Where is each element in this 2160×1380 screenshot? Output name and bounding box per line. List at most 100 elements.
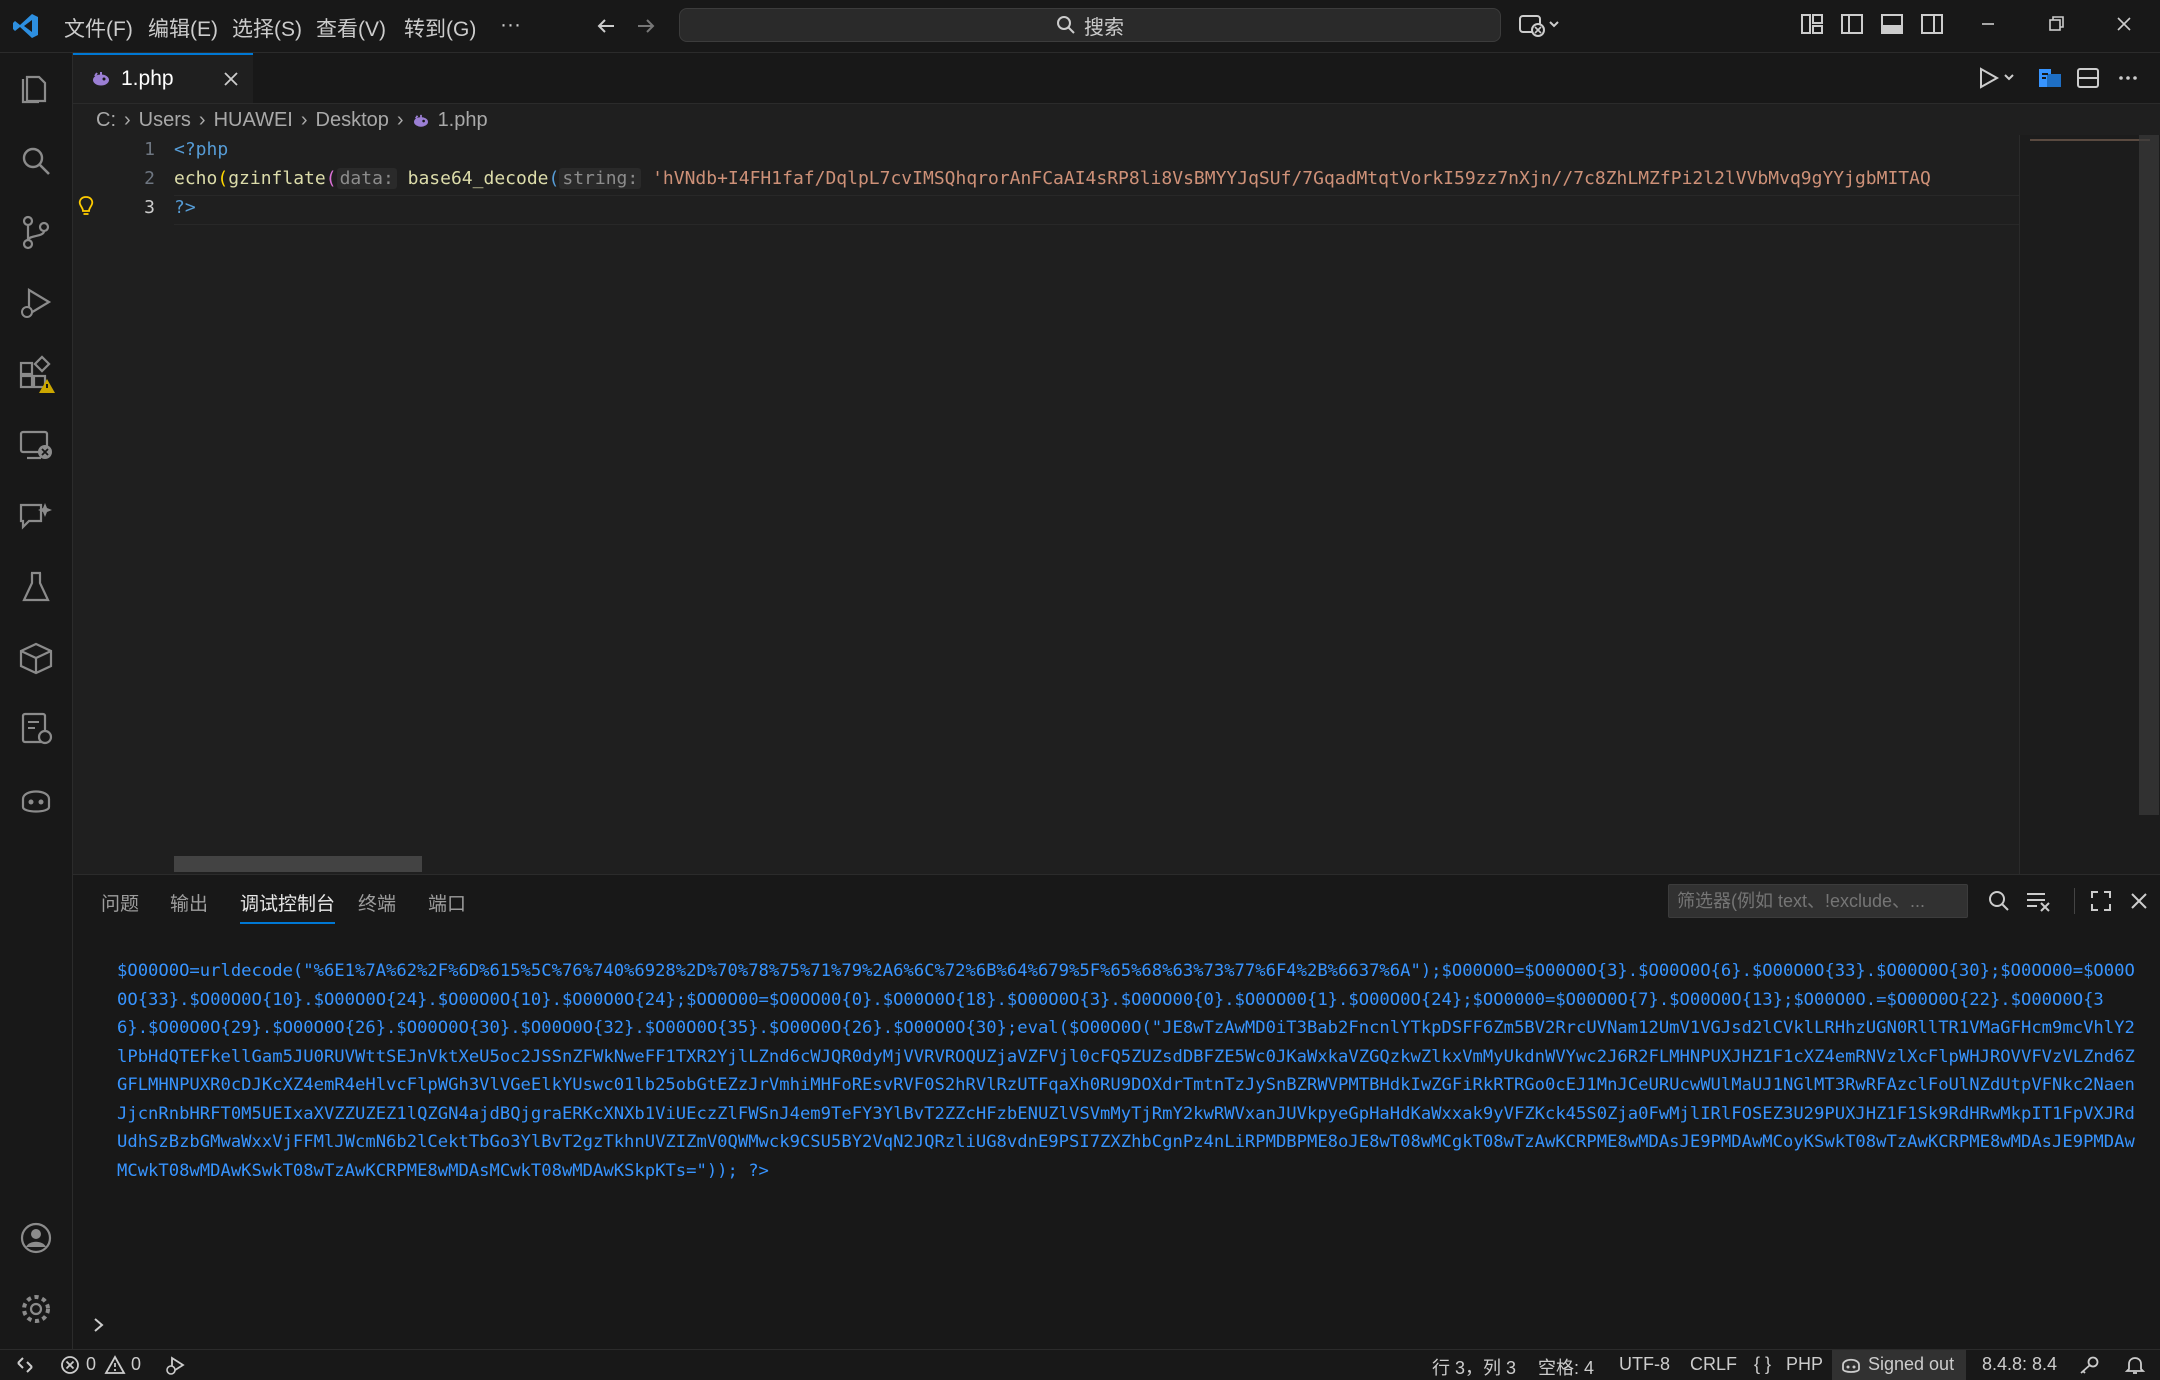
lightbulb-icon[interactable] xyxy=(77,195,95,217)
vertical-scrollbar-thumb[interactable] xyxy=(2139,135,2159,815)
close-tab-icon[interactable] xyxy=(221,69,241,89)
breadcrumb-separator: › xyxy=(198,109,206,131)
back-arrow-icon[interactable] xyxy=(594,14,618,38)
tab-ports[interactable]: 端口 xyxy=(428,889,466,916)
code-editor[interactable]: 1 2 3 <?php echo(gzinflate(data: base64_… xyxy=(73,135,2160,874)
console-prompt-chevron-icon[interactable] xyxy=(89,1315,109,1335)
tab-1-php[interactable]: 1.php xyxy=(73,53,253,103)
clear-console-icon[interactable] xyxy=(2025,889,2051,913)
gzinflate-call: gzinflate xyxy=(228,168,326,189)
breadcrumb-separator: › xyxy=(124,109,131,131)
breadcrumb-drive[interactable]: C: xyxy=(96,109,116,132)
breadcrumb-separator: › xyxy=(300,109,308,131)
php-open-tag: <?php xyxy=(174,139,229,160)
maximize-panel-icon[interactable] xyxy=(2089,889,2113,913)
search-sidebar-icon[interactable] xyxy=(17,142,55,180)
copilot-icon[interactable] xyxy=(1518,12,1562,38)
notifications-bell-icon[interactable] xyxy=(2124,1355,2146,1375)
warning-count[interactable]: 0 xyxy=(131,1354,141,1375)
horizontal-scrollbar-thumb[interactable] xyxy=(174,856,422,872)
code-line-3: ?> xyxy=(174,197,196,218)
chat-icon[interactable] xyxy=(17,497,55,535)
toggle-secondary-sidebar-icon[interactable] xyxy=(1920,12,1944,36)
find-icon[interactable] xyxy=(1987,889,2011,913)
run-icon[interactable] xyxy=(1978,67,2018,89)
error-icon[interactable] xyxy=(60,1355,80,1375)
remote-settings-icon[interactable] xyxy=(17,710,55,748)
copilot-sidebar-icon[interactable] xyxy=(17,781,55,819)
minimize-icon[interactable] xyxy=(1976,12,2000,36)
language-braces-icon[interactable]: { } xyxy=(1754,1354,1771,1375)
breadcrumb-file[interactable]: 1.php xyxy=(438,109,488,132)
signed-out-badge[interactable]: Signed out xyxy=(1832,1350,1966,1380)
minimap-line xyxy=(2030,139,2150,141)
tab-debug-console[interactable]: 调试控制台 xyxy=(240,889,336,924)
breadcrumb-separator: › xyxy=(396,109,404,131)
menu-view[interactable]: 查看(V) xyxy=(316,13,386,43)
base64-decode-call: base64_decode xyxy=(407,168,549,189)
copilot-status-icon xyxy=(1840,1355,1862,1375)
tab-problems[interactable]: 问题 xyxy=(101,889,139,916)
remote-explorer-icon[interactable] xyxy=(17,426,55,464)
title-bar: 文件(F) 编辑(E) 选择(S) 查看(V) 转到(G) ··· 搜索 xyxy=(0,0,2160,53)
indentation[interactable]: 空格: 4 xyxy=(1538,1354,1594,1380)
extensions-icon[interactable] xyxy=(17,355,55,393)
restore-icon[interactable] xyxy=(2044,12,2068,36)
toggle-panel-icon[interactable] xyxy=(1880,12,1904,36)
encoding[interactable]: UTF-8 xyxy=(1619,1354,1670,1375)
menu-go[interactable]: 转到(G) xyxy=(404,13,476,43)
editor-tab-bar: 1.php xyxy=(73,53,2160,104)
breadcrumb-huawei[interactable]: HUAWEI xyxy=(214,109,293,132)
bottom-panel: 问题 输出 调试控制台 终端 端口 $O00O0O=urldecode("%6E… xyxy=(73,874,2160,1350)
forward-arrow-icon[interactable] xyxy=(634,14,658,38)
compare-icon[interactable] xyxy=(2037,66,2063,90)
cursor-position[interactable]: 行 3，列 3 xyxy=(1432,1354,1516,1380)
signed-out-label: Signed out xyxy=(1868,1354,1955,1374)
command-center-search[interactable]: 搜索 xyxy=(679,8,1501,42)
console-output: $O00O0O=urldecode("%6E1%7A%62%2F%6D%615%… xyxy=(117,961,2135,1181)
remote-indicator-icon[interactable] xyxy=(14,1355,36,1375)
line-ending[interactable]: CRLF xyxy=(1690,1354,1737,1375)
close-panel-icon[interactable] xyxy=(2127,889,2151,913)
current-line-highlight xyxy=(174,195,2090,225)
key-icon[interactable] xyxy=(2078,1355,2100,1375)
toggle-primary-sidebar-icon[interactable] xyxy=(1840,12,1864,36)
containers-icon[interactable] xyxy=(17,639,55,677)
run-debug-icon[interactable] xyxy=(17,284,55,322)
php-version[interactable]: 8.4.8: 8.4 xyxy=(1982,1354,2057,1375)
split-editor-icon[interactable] xyxy=(2076,66,2100,90)
more-actions-icon[interactable] xyxy=(2116,66,2140,90)
breadcrumb-users[interactable]: Users xyxy=(139,109,191,132)
breadcrumb: C: › Users › HUAWEI › Desktop › 1.php xyxy=(96,109,488,132)
menu-more[interactable]: ··· xyxy=(500,13,521,37)
paren: ( xyxy=(548,168,560,189)
tab-output[interactable]: 输出 xyxy=(170,889,208,916)
php-file-icon xyxy=(412,114,430,128)
tab-terminal[interactable]: 终端 xyxy=(358,889,396,916)
param-hint-data: data: xyxy=(336,168,397,189)
tab-label: 1.php xyxy=(121,67,174,90)
error-count[interactable]: 0 xyxy=(86,1354,96,1375)
language-mode[interactable]: PHP xyxy=(1786,1354,1823,1375)
menu-selection[interactable]: 选择(S) xyxy=(232,13,302,43)
search-icon xyxy=(1056,15,1076,35)
php-close-tag: ?> xyxy=(174,197,196,218)
vscode-logo-icon xyxy=(12,12,40,40)
breadcrumb-desktop[interactable]: Desktop xyxy=(316,109,389,132)
menu-file[interactable]: 文件(F) xyxy=(64,13,133,43)
warning-icon[interactable] xyxy=(104,1355,126,1375)
menu-edit[interactable]: 编辑(E) xyxy=(148,13,218,43)
code-line-1: <?php xyxy=(174,139,228,160)
line-number: 1 xyxy=(144,139,155,160)
explorer-icon[interactable] xyxy=(17,71,55,109)
testing-flask-icon[interactable] xyxy=(17,568,55,606)
activity-bar xyxy=(0,53,73,1349)
filter-input[interactable] xyxy=(1668,884,1968,918)
close-window-icon[interactable] xyxy=(2112,12,2136,36)
debug-status-icon[interactable] xyxy=(164,1355,186,1375)
customize-layout-icon[interactable] xyxy=(1800,12,1824,36)
source-control-icon[interactable] xyxy=(17,213,55,251)
line-number: 2 xyxy=(144,168,155,189)
accounts-icon[interactable] xyxy=(17,1219,55,1257)
manage-gear-icon[interactable] xyxy=(17,1290,55,1328)
